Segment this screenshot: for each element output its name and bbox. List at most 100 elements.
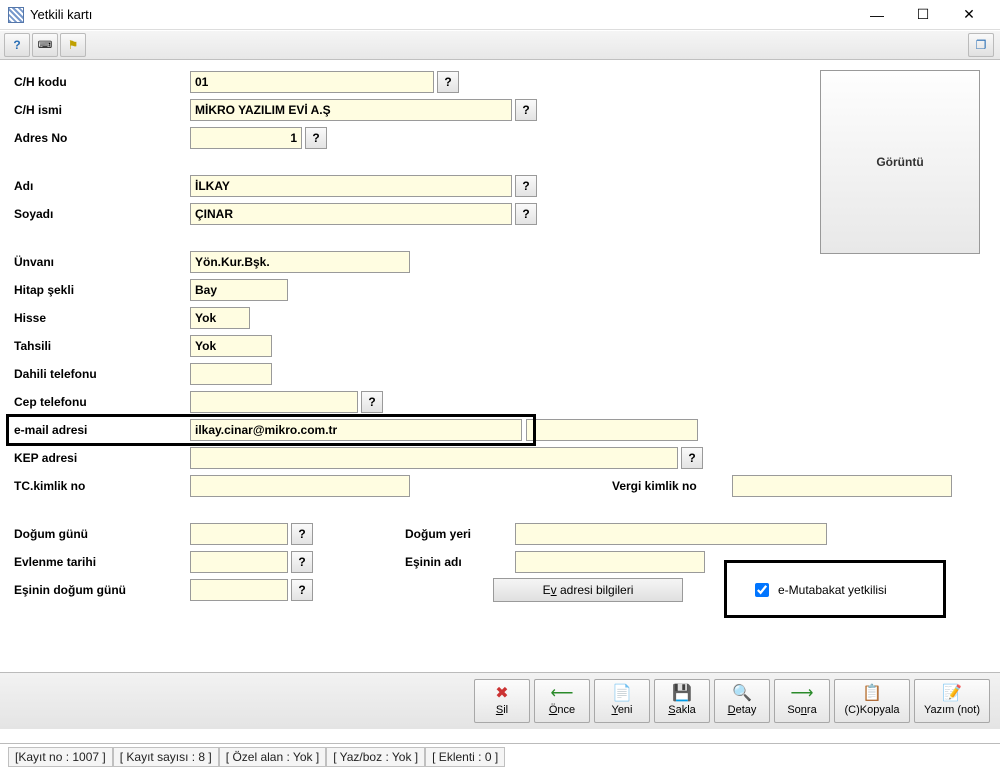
- evlenme-label: Evlenme tarihi: [14, 555, 190, 569]
- dahili-label: Dahili telefonu: [14, 367, 190, 381]
- ch-ismi-label: C/H ismi: [14, 103, 190, 117]
- hisse-label: Hisse: [14, 311, 190, 325]
- sakla-button[interactable]: 💾 Sakla: [654, 679, 710, 723]
- tahsili-input[interactable]: [190, 335, 272, 357]
- sonra-button-label: Sonra: [787, 704, 816, 716]
- detail-icon: 🔍: [732, 686, 752, 702]
- dogum-gunu-input[interactable]: [190, 523, 288, 545]
- soyadi-lookup[interactable]: ?: [515, 203, 537, 225]
- evlenme-input[interactable]: [190, 551, 288, 573]
- sakla-button-label: Sakla: [668, 704, 696, 716]
- kep-label: KEP adresi: [14, 451, 190, 465]
- es-dogum-input[interactable]: [190, 579, 288, 601]
- adi-input[interactable]: [190, 175, 512, 197]
- minimize-button[interactable]: —: [854, 0, 900, 30]
- yeni-button-label: Yeni: [611, 704, 632, 716]
- maximize-button[interactable]: ☐: [900, 0, 946, 30]
- detay-button-label: Detay: [728, 704, 757, 716]
- ch-ismi-lookup[interactable]: ?: [515, 99, 537, 121]
- es-adi-input[interactable]: [515, 551, 705, 573]
- toolbar-flag-icon[interactable]: ⚑: [60, 33, 86, 57]
- ch-ismi-input[interactable]: [190, 99, 512, 121]
- status-kayit-sayisi: [ Kayıt sayısı : 8 ]: [113, 747, 219, 767]
- dogum-yeri-label: Doğum yeri: [405, 527, 515, 541]
- kep-input[interactable]: [190, 447, 678, 469]
- hitap-label: Hitap şekli: [14, 283, 190, 297]
- save-icon: 💾: [672, 686, 692, 702]
- adi-lookup[interactable]: ?: [515, 175, 537, 197]
- es-dogum-label: Eşinin doğum günü: [14, 583, 190, 597]
- dogum-gunu-lookup[interactable]: ?: [291, 523, 313, 545]
- app-icon: [8, 7, 24, 23]
- sil-button-label: Sil: [496, 704, 508, 716]
- footer-toolbar: ✖ Sil ⟵ Önce 📄 Yeni 💾 Sakla 🔍 Detay ⟶ Sonra 📋 (…: [0, 672, 1000, 729]
- tckimlik-input[interactable]: [190, 475, 410, 497]
- delete-icon: ✖: [495, 686, 508, 702]
- kopyala-button-label: (C)Kopyala: [844, 704, 899, 716]
- adres-no-lookup[interactable]: ?: [305, 127, 327, 149]
- status-eklenti: [ Eklenti : 0 ]: [425, 747, 505, 767]
- email-extra-input[interactable]: [526, 419, 698, 441]
- ch-kodu-input[interactable]: [190, 71, 434, 93]
- yazim-button-label: Yazım (not): [924, 704, 980, 716]
- kep-lookup[interactable]: ?: [681, 447, 703, 469]
- dogum-gunu-label: Doğum günü: [14, 527, 190, 541]
- once-button[interactable]: ⟵ Önce: [534, 679, 590, 723]
- yazim-button[interactable]: 📝 Yazım (not): [914, 679, 990, 723]
- toolbar-help-icon[interactable]: ?: [4, 33, 30, 57]
- emutabakat-label: e-Mutabakat yetkilisi: [778, 583, 887, 597]
- toolbar-right-icon[interactable]: ❐: [968, 33, 994, 57]
- status-yazboz: [ Yaz/boz : Yok ]: [326, 747, 425, 767]
- kopyala-button[interactable]: 📋 (C)Kopyala: [834, 679, 910, 723]
- ev-adresi-button-label: Ev adresi bilgileri: [543, 583, 634, 597]
- detay-button[interactable]: 🔍 Detay: [714, 679, 770, 723]
- close-button[interactable]: ✕: [946, 0, 992, 30]
- status-ozel-alan: [ Özel alan : Yok ]: [219, 747, 326, 767]
- ev-adresi-button[interactable]: Ev adresi bilgileri: [493, 578, 683, 602]
- image-placeholder-label: Görüntü: [876, 155, 923, 169]
- dahili-input[interactable]: [190, 363, 272, 385]
- unvani-input[interactable]: [190, 251, 410, 273]
- tahsili-label: Tahsili: [14, 339, 190, 353]
- form-area: C/H kodu ? C/H ismi ? Adres No ? Adı ? S…: [0, 60, 1000, 680]
- unvani-label: Ünvanı: [14, 255, 190, 269]
- statusbar: [Kayıt no : 1007 ] [ Kayıt sayısı : 8 ] …: [0, 743, 1000, 769]
- adi-label: Adı: [14, 179, 190, 193]
- yeni-button[interactable]: 📄 Yeni: [594, 679, 650, 723]
- cep-label: Cep telefonu: [14, 395, 190, 409]
- adres-no-label: Adres No: [14, 131, 190, 145]
- new-icon: 📄: [612, 686, 632, 702]
- hisse-input[interactable]: [190, 307, 250, 329]
- soyadi-input[interactable]: [190, 203, 512, 225]
- toolbar-keyboard-icon[interactable]: ⌨: [32, 33, 58, 57]
- vergino-input[interactable]: [732, 475, 952, 497]
- tckimlik-label: TC.kimlik no: [14, 479, 190, 493]
- ch-kodu-label: C/H kodu: [14, 75, 190, 89]
- next-icon: ⟶: [791, 686, 814, 702]
- email-input[interactable]: [190, 419, 522, 441]
- sil-button[interactable]: ✖ Sil: [474, 679, 530, 723]
- evlenme-lookup[interactable]: ?: [291, 551, 313, 573]
- es-dogum-lookup[interactable]: ?: [291, 579, 313, 601]
- adres-no-input[interactable]: [190, 127, 302, 149]
- soyadi-label: Soyadı: [14, 207, 190, 221]
- hitap-input[interactable]: [190, 279, 288, 301]
- vergino-label: Vergi kimlik no: [612, 479, 732, 493]
- image-placeholder[interactable]: Görüntü: [820, 70, 980, 254]
- titlebar: Yetkili kartı — ☐ ✕: [0, 0, 1000, 30]
- window-title: Yetkili kartı: [30, 7, 854, 22]
- prev-icon: ⟵: [551, 686, 574, 702]
- once-button-label: Önce: [549, 704, 575, 716]
- ch-kodu-lookup[interactable]: ?: [437, 71, 459, 93]
- cep-input[interactable]: [190, 391, 358, 413]
- es-adi-label: Eşinin adı: [405, 555, 515, 569]
- emutabakat-checkbox[interactable]: [755, 583, 769, 597]
- toolbar: ? ⌨ ⚑ ❐: [0, 30, 1000, 60]
- sonra-button[interactable]: ⟶ Sonra: [774, 679, 830, 723]
- email-label: e-mail adresi: [14, 423, 190, 437]
- status-kayit-no: [Kayıt no : 1007 ]: [8, 747, 113, 767]
- note-icon: 📝: [942, 686, 962, 702]
- dogum-yeri-input[interactable]: [515, 523, 827, 545]
- copy-icon: 📋: [862, 686, 882, 702]
- cep-lookup[interactable]: ?: [361, 391, 383, 413]
